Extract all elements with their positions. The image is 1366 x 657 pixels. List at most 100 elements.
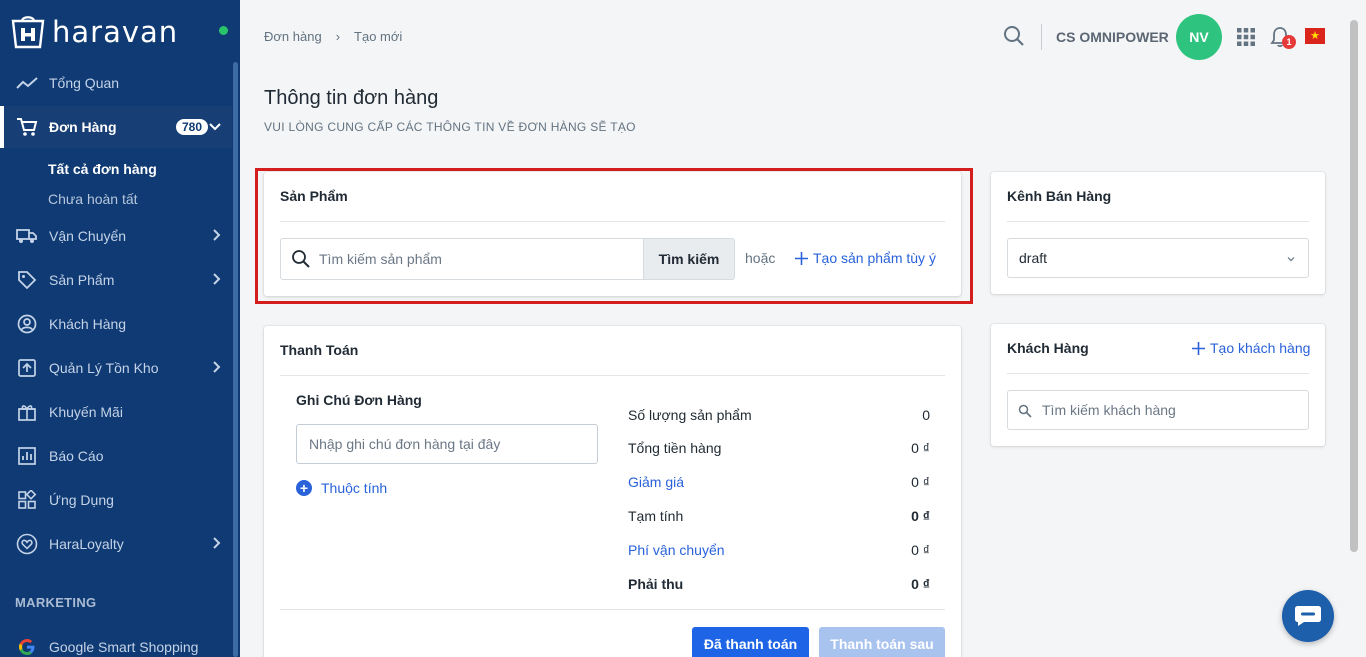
summary-value: 0 ₫ xyxy=(911,542,930,558)
summary-value: 0 xyxy=(922,407,930,423)
create-customer-link[interactable]: Tạo khách hàng xyxy=(1192,340,1310,356)
page-title: Thông tin đơn hàng xyxy=(264,87,439,109)
products-card-title: Sản Phẩm xyxy=(280,188,348,204)
sidebar-item-shipping[interactable]: Vận Chuyển xyxy=(0,214,232,258)
sales-channel-select[interactable]: draft xyxy=(1007,238,1309,278)
discount-link[interactable]: Giảm giá xyxy=(628,474,684,490)
summary-value: 0 ₫ xyxy=(911,508,930,524)
chat-button[interactable] xyxy=(1282,590,1334,642)
sidebar-item-label: Vận Chuyển xyxy=(49,228,127,244)
sidebar-item-label: Quản Lý Tồn Kho xyxy=(49,360,159,376)
customer-search-field xyxy=(1007,390,1309,430)
sidebar-item-customers[interactable]: Khách Hàng xyxy=(0,302,232,346)
sales-channel-selected-value: draft xyxy=(1019,250,1048,266)
inventory-icon xyxy=(16,357,38,379)
promotion-icon xyxy=(16,401,38,423)
chevron-right-icon xyxy=(213,361,221,373)
order-note-input[interactable] xyxy=(297,425,597,463)
sidebar: haravan Tổng Quan Đơn Hàng 780 Tất cả đơ… xyxy=(0,0,240,657)
customer-card-title: Khách Hàng xyxy=(1007,340,1089,356)
breadcrumb-separator: › xyxy=(335,29,341,44)
report-icon xyxy=(16,445,38,467)
sidebar-item-google-smart-shopping[interactable]: Google Smart Shopping xyxy=(0,625,232,657)
plus-icon xyxy=(1192,341,1205,355)
summary-row-subtotal: Tổng tiền hàng 0 ₫ xyxy=(628,440,930,460)
chevron-right-icon xyxy=(213,537,221,549)
search-icon[interactable] xyxy=(1003,25,1025,47)
google-icon xyxy=(16,636,38,657)
create-custom-product-label: Tạo sản phẩm tùy ý xyxy=(813,250,936,266)
sidebar-item-reports[interactable]: Báo Cáo xyxy=(0,434,232,478)
sidebar-item-apps[interactable]: Ứng Dụng xyxy=(0,478,232,522)
summary-row-shipping-fee: Phí vận chuyển 0 ₫ xyxy=(628,542,930,562)
chevron-right-icon xyxy=(213,229,221,241)
sidebar-subitem-incomplete-orders[interactable]: Chưa hoàn tất xyxy=(48,191,138,207)
product-search-field: Tìm kiếm xyxy=(280,238,735,280)
sidebar-item-label: Google Smart Shopping xyxy=(49,639,199,655)
summary-label: Số lượng sản phẩm xyxy=(628,407,752,423)
flag-star: ★ xyxy=(1310,29,1320,42)
user-circle-icon xyxy=(16,313,38,335)
page-scrollbar[interactable] xyxy=(1350,20,1358,552)
or-text: hoặc xyxy=(745,250,776,266)
chevron-down-icon xyxy=(209,123,221,131)
store-name[interactable]: CS OMNIPOWER xyxy=(1056,29,1169,45)
summary-label: Tạm tính xyxy=(628,508,684,524)
plus-icon xyxy=(795,251,808,265)
sidebar-item-orders[interactable]: Đơn Hàng 780 xyxy=(0,106,232,148)
summary-label: Phải thu xyxy=(628,576,684,592)
product-search-input[interactable] xyxy=(319,239,639,279)
sidebar-item-haraloyalty[interactable]: HaraLoyalty xyxy=(0,522,232,566)
tag-icon xyxy=(16,269,38,291)
sidebar-subitem-all-orders[interactable]: Tất cả đơn hàng xyxy=(48,161,157,177)
sidebar-item-label: Ứng Dụng xyxy=(49,492,114,508)
vietnam-flag-icon[interactable]: ★ xyxy=(1305,28,1325,44)
chevron-right-icon xyxy=(213,273,221,285)
sales-channel-title: Kênh Bán Hàng xyxy=(1007,188,1112,204)
search-icon xyxy=(1018,404,1032,418)
order-note-field xyxy=(296,424,598,464)
breadcrumb: Đơn hàng › Tạo mới xyxy=(264,29,402,44)
shipping-fee-link[interactable]: Phí vận chuyển xyxy=(628,542,725,558)
product-search-button[interactable]: Tìm kiếm xyxy=(643,238,735,280)
sidebar-item-label: Báo Cáo xyxy=(49,448,104,464)
summary-value: 0 ₫ xyxy=(911,576,930,592)
header-divider xyxy=(1041,24,1042,50)
card-divider xyxy=(280,375,945,376)
sidebar-item-promotions[interactable]: Khuyến Mãi xyxy=(0,390,232,434)
heart-icon xyxy=(16,533,38,555)
sidebar-scrollbar[interactable] xyxy=(233,62,238,657)
create-custom-product-link[interactable]: Tạo sản phẩm tùy ý xyxy=(795,250,936,266)
payment-card-title: Thanh Toán xyxy=(280,342,359,358)
summary-value: 0 ₫ xyxy=(911,474,930,490)
chevron-down-icon xyxy=(1287,257,1295,262)
add-attribute-label: Thuộc tính xyxy=(321,480,388,496)
breadcrumb-orders-link[interactable]: Đơn hàng xyxy=(264,29,322,44)
plus-circle-icon: + xyxy=(296,480,312,496)
summary-value: 0 ₫ xyxy=(911,440,930,456)
orders-count-badge: 780 xyxy=(176,119,209,135)
sidebar-item-overview[interactable]: Tổng Quan xyxy=(0,61,232,105)
card-divider xyxy=(1007,373,1309,374)
customer-search-input[interactable] xyxy=(1042,391,1302,429)
card-divider xyxy=(1007,221,1309,222)
marketing-section-title: MARKETING xyxy=(15,595,97,610)
paid-button[interactable]: Đã thanh toán xyxy=(692,627,809,657)
add-attribute-link[interactable]: + Thuộc tính xyxy=(296,480,387,496)
card-divider xyxy=(280,609,945,610)
apps-grid-icon[interactable] xyxy=(1237,28,1255,46)
avatar[interactable]: NV xyxy=(1176,14,1222,60)
truck-icon xyxy=(16,225,38,247)
brand-logo[interactable]: haravan xyxy=(10,14,178,50)
pay-later-button[interactable]: Thanh toán sau xyxy=(819,627,945,657)
create-customer-label: Tạo khách hàng xyxy=(1210,340,1311,356)
sidebar-item-label: Khách Hàng xyxy=(49,316,127,332)
summary-row-provisional-total: Tạm tính 0 ₫ xyxy=(628,508,930,528)
haravan-logo-icon xyxy=(11,16,45,49)
sidebar-item-products[interactable]: Sản Phẩm xyxy=(0,258,232,302)
online-status-dot xyxy=(219,26,228,35)
apps-icon xyxy=(16,489,38,511)
summary-label: Tổng tiền hàng xyxy=(628,440,722,456)
sidebar-item-inventory[interactable]: Quản Lý Tồn Kho xyxy=(0,346,232,390)
trend-line-icon xyxy=(16,72,38,94)
